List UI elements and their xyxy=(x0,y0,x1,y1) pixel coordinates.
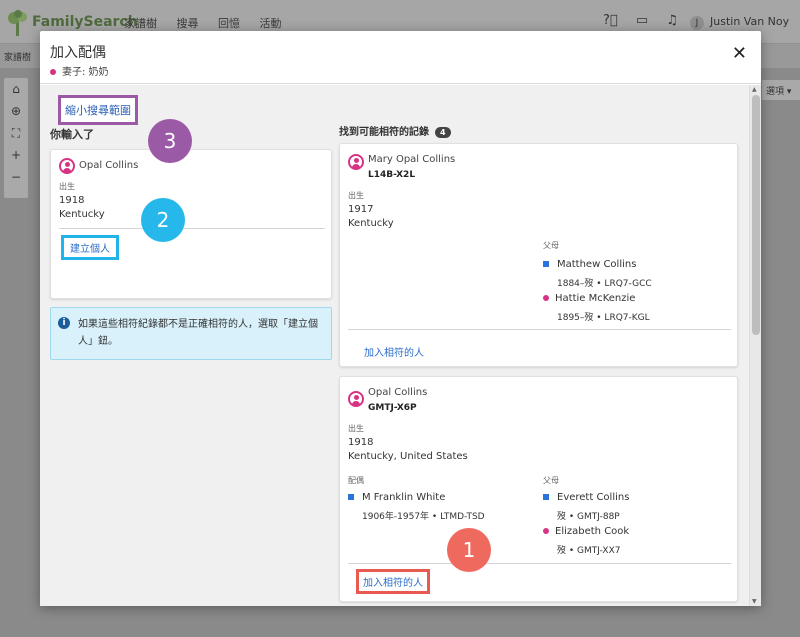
dialog-subtitle: 妻子: 奶奶 xyxy=(50,63,109,78)
subbar-label: 家譜樹 xyxy=(4,53,32,63)
father-name: Everett Collins xyxy=(557,492,630,503)
mother-detail: 歿 • GMTJ-XX7 xyxy=(557,546,621,556)
home-icon[interactable]: ⌂ xyxy=(4,78,28,100)
zoom-in-icon[interactable]: + xyxy=(4,144,28,166)
female-dot-icon xyxy=(543,528,549,534)
spouse-detail: 1906年-1957年 • LTMD-TSD xyxy=(362,512,485,522)
match-card: Opal Collins GMTJ-X6P 出生 1918 Kentucky, … xyxy=(339,376,738,602)
match-birth-place: Kentucky xyxy=(348,218,394,229)
scroll-thumb[interactable] xyxy=(752,95,760,335)
dialog-body: 縮小搜尋範圍 你輸入了 找到可能相符的記錄 4 Opal Collins 出生 1… xyxy=(40,85,761,606)
match-mother: Elizabeth Cook xyxy=(543,526,629,537)
match-pid: L14B-X2L xyxy=(368,170,416,180)
logo-text: FamilySearch xyxy=(32,14,138,30)
matches-count-badge: 4 xyxy=(435,126,451,138)
dialog-header: 加入配偶 妻子: 奶奶 ✕ xyxy=(40,31,761,84)
female-dot-icon xyxy=(543,295,549,301)
user-menu[interactable]: J Justin Van Noy xyxy=(690,15,789,30)
dialog-title: 加入配偶 xyxy=(50,45,106,61)
options-select[interactable]: 選項 ▾ xyxy=(762,80,800,100)
match-card-divider xyxy=(348,563,731,564)
messages-icon[interactable]: ▭ xyxy=(636,13,648,28)
entered-person-card: Opal Collins 出生 1918 Kentucky 建立個人 xyxy=(50,149,332,299)
add-match-button[interactable]: 加入相符的人 xyxy=(364,344,424,359)
match-birth-place: Kentucky, United States xyxy=(348,451,468,462)
spouse-name: M Franklin White xyxy=(362,492,446,503)
matches-heading-text: 找到可能相符的記錄 xyxy=(339,127,429,138)
father-detail: 1884–歿 • LRQ7-GCC xyxy=(557,279,652,289)
match-name: Mary Opal Collins xyxy=(368,154,456,165)
match-birth-label: 出生 xyxy=(348,191,364,200)
match-spouse: M Franklin White xyxy=(348,492,445,503)
match-parents-label: 父母 xyxy=(543,476,559,485)
close-icon[interactable]: ✕ xyxy=(732,43,747,64)
nav-item-memories[interactable]: 回憶 xyxy=(218,17,240,30)
locate-icon[interactable]: ⊕ xyxy=(4,100,28,122)
step-marker-3: 3 xyxy=(148,119,192,163)
nav-item-activities[interactable]: 活動 xyxy=(260,17,282,30)
dialog-subtitle-text: 妻子: 奶奶 xyxy=(62,67,109,78)
female-avatar-icon xyxy=(59,158,75,174)
step-marker-2: 2 xyxy=(141,198,185,242)
nav-item-tree[interactable]: 家譜樹 xyxy=(124,17,157,30)
scroll-down-icon[interactable]: ▼ xyxy=(752,598,757,605)
mother-name: Elizabeth Cook xyxy=(555,526,630,537)
tree-toolbar: ⌂ ⊕ ⛶ + − xyxy=(4,78,28,198)
create-person-button[interactable]: 建立個人 xyxy=(61,235,119,260)
male-square-icon xyxy=(543,261,549,267)
matches-heading: 找到可能相符的記錄 4 xyxy=(339,123,451,138)
notification-bell-icon[interactable]: ♫ xyxy=(666,13,678,28)
match-birth-label: 出生 xyxy=(348,424,364,433)
mother-name: Hattie McKenzie xyxy=(555,293,636,304)
match-card-divider xyxy=(348,329,731,330)
match-mother: Hattie McKenzie xyxy=(543,293,635,304)
female-avatar-icon xyxy=(348,391,364,407)
header-icons: ?⃝ ▭ ♫ xyxy=(603,13,692,28)
match-parents-label: 父母 xyxy=(543,241,559,250)
info-icon: i xyxy=(58,317,70,329)
male-square-icon xyxy=(543,494,549,500)
match-father: Everett Collins xyxy=(543,492,629,503)
entered-birth-year: 1918 xyxy=(59,195,85,206)
female-avatar-icon xyxy=(348,154,364,170)
entered-card-divider xyxy=(59,228,325,229)
info-box: i 如果這些相符紀錄都不是正確相符的人，選取「建立個人」鈕。 xyxy=(50,307,332,360)
familysearch-tree-logo-icon xyxy=(8,10,27,36)
match-birth-year: 1918 xyxy=(348,437,374,448)
user-avatar: J xyxy=(690,16,704,30)
match-spouse-label: 配偶 xyxy=(348,476,364,485)
info-text: 如果這些相符紀錄都不是正確相符的人，選取「建立個人」鈕。 xyxy=(78,319,318,347)
dialog-scrollbar[interactable]: ▲ ▼ xyxy=(749,85,761,606)
nav-item-search[interactable]: 搜尋 xyxy=(177,17,199,30)
you-entered-heading: 你輸入了 xyxy=(50,128,94,141)
mother-detail: 1895–歿 • LRQ7-KGL xyxy=(557,313,650,323)
match-card: Mary Opal Collins L14B-X2L 出生 1917 Kentu… xyxy=(339,143,738,367)
female-dot-icon xyxy=(50,69,56,75)
match-father: Matthew Collins xyxy=(543,259,636,270)
scroll-up-icon[interactable]: ▲ xyxy=(752,86,757,93)
zoom-out-icon[interactable]: − xyxy=(4,166,28,188)
match-pid: GMTJ-X6P xyxy=(368,403,417,413)
add-match-button[interactable]: 加入相符的人 xyxy=(356,569,430,594)
father-detail: 歿 • GMTJ-88P xyxy=(557,512,620,522)
add-spouse-dialog: 加入配偶 妻子: 奶奶 ✕ 縮小搜尋範圍 你輸入了 找到可能相符的記錄 4 Opa… xyxy=(40,31,761,606)
narrow-search-button[interactable]: 縮小搜尋範圍 xyxy=(58,95,138,125)
help-icon[interactable]: ?⃝ xyxy=(603,13,618,28)
father-name: Matthew Collins xyxy=(557,259,637,270)
male-square-icon xyxy=(348,494,354,500)
match-name: Opal Collins xyxy=(368,387,428,398)
match-birth-year: 1917 xyxy=(348,204,374,215)
user-name: Justin Van Noy xyxy=(710,15,790,28)
step-marker-1: 1 xyxy=(447,528,491,572)
entered-birth-label: 出生 xyxy=(59,182,75,191)
fullscreen-icon[interactable]: ⛶ xyxy=(4,122,28,144)
top-nav: 家譜樹 搜尋 回憶 活動 xyxy=(124,15,298,31)
entered-name: Opal Collins xyxy=(79,160,139,171)
entered-birth-place: Kentucky xyxy=(59,209,105,220)
